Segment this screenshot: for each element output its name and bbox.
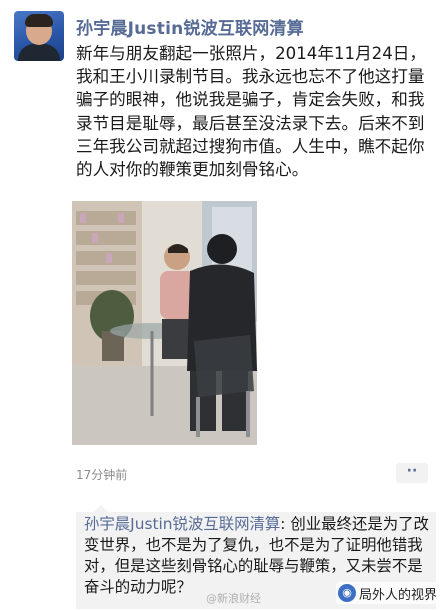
channel-watermark: ◉ 局外人的视界 <box>336 582 440 604</box>
comment-separator: : <box>280 515 291 533</box>
avatar-suit <box>18 44 60 61</box>
author-name[interactable]: 孙宇晨Justin锐波互联网清算 <box>76 14 304 39</box>
post-text: 新年与朋友翻起一张照片，2014年11月24日，我和王小川录制节目。我永远也忘不… <box>76 44 426 180</box>
photo-scene <box>72 201 257 445</box>
comment-author[interactable]: 孙宇晨Justin锐波互联网清算 <box>84 515 280 533</box>
post-timestamp: 17分钟前 <box>76 468 128 482</box>
weibo-watermark: @新浪财经 <box>206 592 261 605</box>
post-photo[interactable] <box>72 201 257 445</box>
more-dots-icon[interactable]: ·· <box>396 463 428 483</box>
comment-arrow <box>94 505 108 512</box>
channel-logo-icon: ◉ <box>338 584 356 602</box>
avatar-hair <box>25 14 53 27</box>
author-avatar[interactable] <box>14 11 64 61</box>
channel-name: 局外人的视界 <box>359 587 438 603</box>
